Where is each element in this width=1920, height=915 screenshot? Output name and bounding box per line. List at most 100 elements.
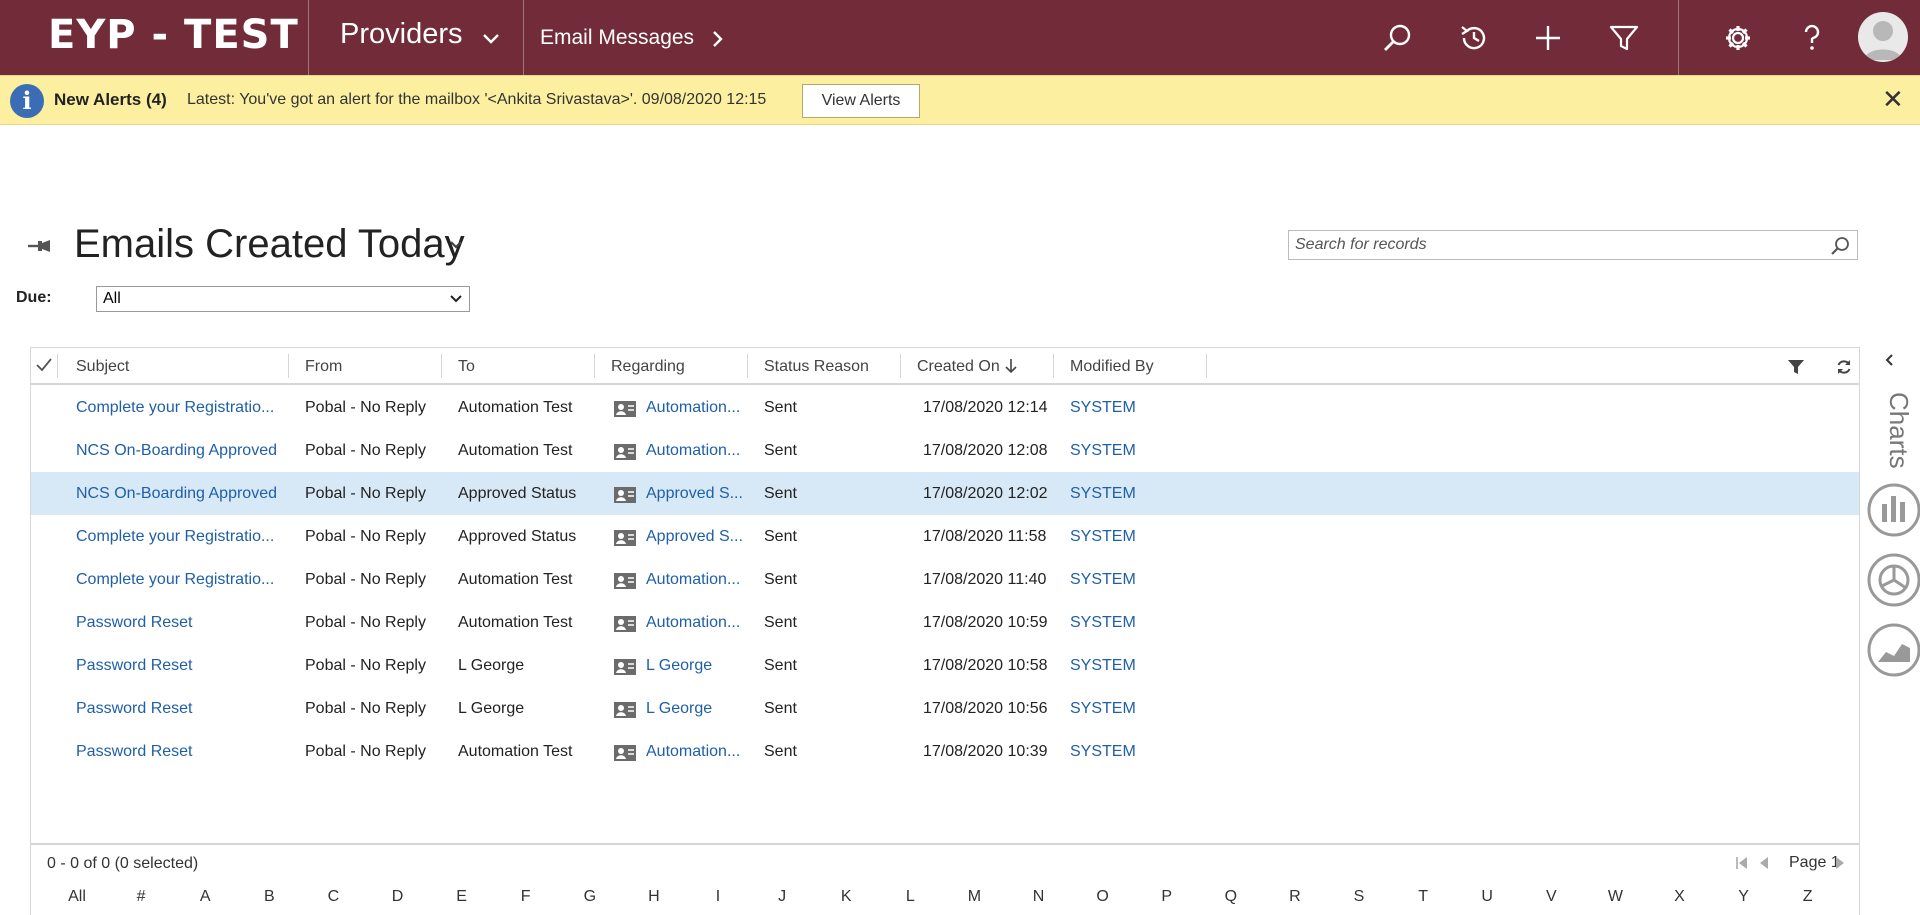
jump-letter[interactable]: B: [249, 888, 289, 906]
advanced-find-filter-icon[interactable]: [1608, 22, 1640, 54]
create-new-icon[interactable]: [1532, 22, 1564, 54]
cell-subject[interactable]: NCS On-Boarding Approved: [76, 442, 281, 460]
pin-icon[interactable]: [26, 232, 54, 260]
table-row[interactable]: Password Reset Pobal - No Reply Automation…: [31, 601, 1859, 644]
jump-letter[interactable]: L: [890, 888, 930, 906]
jump-letter[interactable]: C: [313, 888, 353, 906]
column-header-from[interactable]: From: [305, 358, 342, 376]
refresh-icon[interactable]: [1835, 358, 1853, 376]
next-page-icon[interactable]: [1833, 855, 1847, 871]
chevron-left-icon[interactable]: [1882, 352, 1898, 368]
column-header-to[interactable]: To: [458, 358, 475, 376]
cell-regarding[interactable]: Automation...: [646, 571, 746, 589]
filter-icon[interactable]: [1787, 358, 1805, 376]
cell-regarding[interactable]: Automation...: [646, 614, 746, 632]
cell-modified-by[interactable]: SYSTEM: [1070, 528, 1200, 546]
jump-letter[interactable]: S: [1339, 888, 1379, 906]
search-input[interactable]: [1289, 231, 1809, 259]
jump-letter[interactable]: V: [1531, 888, 1571, 906]
table-row[interactable]: NCS On-Boarding Approved Pobal - No Reply…: [31, 472, 1859, 515]
cell-subject[interactable]: Complete your Registratio...: [76, 399, 281, 417]
jump-letter[interactable]: E: [442, 888, 482, 906]
cell-regarding[interactable]: Approved S...: [646, 528, 746, 546]
jump-letter[interactable]: X: [1660, 888, 1700, 906]
cell-modified-by[interactable]: SYSTEM: [1070, 743, 1200, 761]
charts-panel-label[interactable]: Charts: [1874, 392, 1914, 472]
column-divider[interactable]: [441, 354, 442, 378]
bar-chart-icon[interactable]: [1866, 482, 1920, 538]
column-divider[interactable]: [1053, 354, 1054, 378]
jump-letter[interactable]: W: [1595, 888, 1635, 906]
cell-subject[interactable]: Password Reset: [76, 743, 281, 761]
cell-modified-by[interactable]: SYSTEM: [1070, 700, 1200, 718]
cell-subject[interactable]: Complete your Registratio...: [76, 528, 281, 546]
close-icon[interactable]: ✕: [1882, 87, 1904, 113]
cell-subject[interactable]: Password Reset: [76, 614, 281, 632]
chevron-down-icon[interactable]: [480, 28, 502, 50]
cell-modified-by[interactable]: SYSTEM: [1070, 614, 1200, 632]
help-question-icon[interactable]: [1796, 22, 1828, 54]
column-header-status-reason[interactable]: Status Reason: [764, 358, 869, 376]
column-header-created-on[interactable]: Created On: [917, 358, 1018, 376]
jump-letter[interactable]: I: [698, 888, 738, 906]
previous-page-icon[interactable]: [1757, 855, 1771, 871]
cell-subject[interactable]: Complete your Registratio...: [76, 571, 281, 589]
cell-regarding[interactable]: L George: [646, 657, 746, 675]
app-brand[interactable]: EYP - TEST: [48, 12, 299, 58]
column-divider[interactable]: [747, 354, 748, 378]
jump-letter[interactable]: G: [570, 888, 610, 906]
cell-regarding[interactable]: Approved S...: [646, 485, 746, 503]
table-row[interactable]: Complete your Registratio... Pobal - No R…: [31, 386, 1859, 429]
jump-letter[interactable]: O: [1083, 888, 1123, 906]
due-filter-select[interactable]: All: [96, 286, 470, 312]
table-row[interactable]: Complete your Registratio... Pobal - No R…: [31, 558, 1859, 601]
column-divider[interactable]: [594, 354, 595, 378]
cell-subject[interactable]: Password Reset: [76, 700, 281, 718]
breadcrumb-entity[interactable]: Email Messages: [540, 26, 694, 50]
area-selector[interactable]: Providers: [340, 18, 463, 51]
jump-letter[interactable]: #: [121, 888, 161, 906]
cell-modified-by[interactable]: SYSTEM: [1070, 657, 1200, 675]
jump-letter[interactable]: P: [1147, 888, 1187, 906]
search-icon[interactable]: [1829, 235, 1851, 257]
jump-letter[interactable]: Z: [1788, 888, 1828, 906]
settings-gear-icon[interactable]: [1722, 22, 1754, 54]
table-row[interactable]: Complete your Registratio... Pobal - No R…: [31, 515, 1859, 558]
table-row[interactable]: Password Reset Pobal - No Reply Automation…: [31, 730, 1859, 773]
jump-letter[interactable]: M: [954, 888, 994, 906]
cell-regarding[interactable]: Automation...: [646, 743, 746, 761]
view-title[interactable]: Emails Created Today: [74, 222, 465, 267]
cell-modified-by[interactable]: SYSTEM: [1070, 485, 1200, 503]
view-selector-chevron-down-icon[interactable]: [448, 238, 464, 252]
jump-letter[interactable]: T: [1403, 888, 1443, 906]
cell-regarding[interactable]: L George: [646, 700, 746, 718]
cell-modified-by[interactable]: SYSTEM: [1070, 399, 1200, 417]
first-page-icon[interactable]: [1735, 855, 1749, 871]
cell-modified-by[interactable]: SYSTEM: [1070, 442, 1200, 460]
user-avatar[interactable]: [1858, 12, 1908, 62]
jump-letter[interactable]: K: [826, 888, 866, 906]
cell-regarding[interactable]: Automation...: [646, 399, 746, 417]
column-header-subject[interactable]: Subject: [76, 358, 129, 376]
jump-letter[interactable]: N: [1019, 888, 1059, 906]
column-divider[interactable]: [900, 354, 901, 378]
column-divider[interactable]: [1206, 354, 1207, 378]
jump-letter[interactable]: A: [185, 888, 225, 906]
jump-letter[interactable]: U: [1467, 888, 1507, 906]
jump-letter[interactable]: All: [57, 888, 97, 906]
area-chart-icon[interactable]: [1866, 622, 1920, 678]
column-header-regarding[interactable]: Regarding: [611, 358, 685, 376]
jump-letter[interactable]: H: [634, 888, 674, 906]
cell-regarding[interactable]: Automation...: [646, 442, 746, 460]
jump-letter[interactable]: R: [1275, 888, 1315, 906]
column-divider[interactable]: [288, 354, 289, 378]
jump-letter[interactable]: J: [762, 888, 802, 906]
select-all-checkmark-icon[interactable]: [35, 356, 53, 374]
chevron-right-icon[interactable]: [708, 28, 728, 50]
jump-letter[interactable]: F: [506, 888, 546, 906]
table-row[interactable]: Password Reset Pobal - No Reply L George L …: [31, 687, 1859, 730]
view-alerts-button[interactable]: View Alerts: [802, 84, 920, 118]
jump-letter[interactable]: D: [378, 888, 418, 906]
table-row[interactable]: Password Reset Pobal - No Reply L George L …: [31, 644, 1859, 687]
cell-subject[interactable]: Password Reset: [76, 657, 281, 675]
